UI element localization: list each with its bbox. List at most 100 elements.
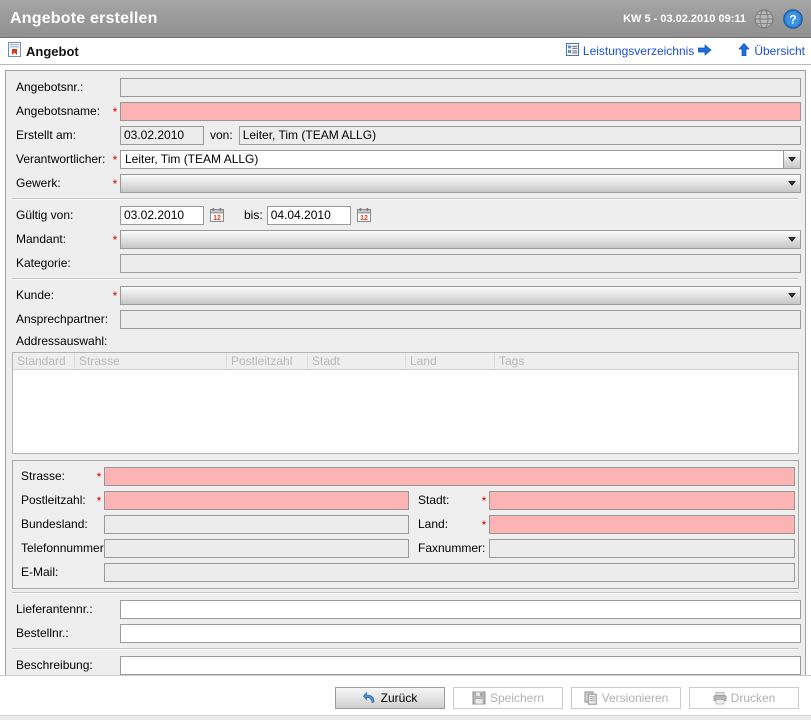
input-land[interactable] bbox=[489, 514, 795, 534]
row-strasse: Strasse: * bbox=[16, 464, 795, 488]
dropdown-mandant[interactable] bbox=[120, 229, 801, 249]
dropdown-mandant-value bbox=[121, 231, 783, 248]
dropdown-gewerk[interactable] bbox=[120, 173, 801, 193]
row-postleitzahl-stadt: Postleitzahl: * Stadt: * bbox=[16, 488, 795, 512]
required-marker-stadt: * bbox=[481, 494, 487, 508]
divider-3 bbox=[12, 592, 799, 594]
input-ansprechpartner[interactable] bbox=[120, 309, 801, 329]
dropdown-verantwortlicher[interactable]: Leiter, Tim (TEAM ALLG) bbox=[120, 149, 801, 169]
column-header-land[interactable]: Land bbox=[406, 353, 495, 369]
input-postleitzahl[interactable] bbox=[104, 490, 409, 510]
label-addressauswahl: Addressauswahl: bbox=[16, 334, 108, 348]
input-angebotsname[interactable] bbox=[120, 101, 801, 121]
label-stadt: Stadt: bbox=[418, 493, 450, 507]
column-header-standard[interactable]: Standard bbox=[13, 353, 75, 369]
link-uebersicht[interactable]: Übersicht bbox=[754, 44, 805, 58]
label-verantwortlicher: Verantwortlicher: bbox=[16, 152, 106, 166]
required-marker-gewerk: * bbox=[112, 177, 118, 191]
address-table-body[interactable] bbox=[13, 370, 798, 453]
row-angebotsnr: Angebotsnr.: * bbox=[10, 75, 801, 99]
row-kategorie: Kategorie: * bbox=[10, 251, 801, 275]
copy-documents-icon bbox=[584, 691, 598, 705]
label-gewerk: Gewerk: bbox=[16, 176, 61, 190]
input-telefonnummer[interactable] bbox=[104, 538, 409, 558]
input-strasse[interactable] bbox=[104, 466, 795, 486]
label-angebotsnr: Angebotsnr.: bbox=[16, 80, 84, 94]
footer-button-bar: Zurück Speichern Versionieren Drucken bbox=[0, 675, 811, 720]
input-bundesland[interactable] bbox=[104, 514, 409, 534]
dropdown-kunde[interactable] bbox=[120, 285, 801, 305]
input-faxnummer[interactable] bbox=[489, 538, 795, 558]
label-angebotsname: Angebotsname: bbox=[16, 104, 101, 118]
row-email: E-Mail: * bbox=[16, 560, 795, 584]
link-leistungsverzeichnis[interactable]: Leistungsverzeichnis bbox=[583, 44, 694, 58]
required-marker-strasse: * bbox=[96, 470, 102, 484]
arrow-right-icon bbox=[697, 43, 712, 59]
required-marker-kunde: * bbox=[112, 289, 118, 303]
required-marker-land: * bbox=[481, 518, 487, 532]
label-telefonnummer: Telefonnummer: bbox=[21, 541, 108, 555]
label-postleitzahl: Postleitzahl: bbox=[21, 493, 86, 507]
input-angebotsnr[interactable] bbox=[120, 77, 801, 97]
chevron-down-icon[interactable] bbox=[783, 150, 800, 168]
input-email[interactable] bbox=[104, 562, 795, 582]
versionieren-button[interactable]: Versionieren bbox=[571, 687, 681, 709]
zurueck-button[interactable]: Zurück bbox=[335, 687, 445, 709]
required-marker-telefonnummer: * bbox=[94, 541, 104, 555]
chevron-down-icon[interactable] bbox=[783, 231, 800, 248]
globe-icon[interactable] bbox=[753, 8, 775, 30]
required-marker-ansprechpartner: * bbox=[110, 312, 120, 326]
label-erstellt-am: Erstellt am: bbox=[16, 128, 77, 142]
calendar-icon[interactable]: 12 bbox=[210, 208, 224, 222]
required-marker-bundesland: * bbox=[94, 517, 104, 531]
column-header-stadt[interactable]: Stadt bbox=[308, 353, 406, 369]
dropdown-kunde-value bbox=[121, 287, 783, 304]
chevron-down-icon[interactable] bbox=[783, 175, 800, 192]
row-gewerk: Gewerk: * bbox=[10, 171, 801, 195]
input-beschreibung[interactable] bbox=[120, 655, 801, 675]
input-kategorie[interactable] bbox=[120, 253, 801, 273]
address-details-panel: Strasse: * Postleitzahl: * Stadt: * Bund… bbox=[12, 460, 799, 589]
input-von[interactable] bbox=[238, 125, 801, 145]
label-kategorie: Kategorie: bbox=[16, 256, 71, 270]
calendar-icon[interactable]: 12 bbox=[356, 208, 371, 222]
divider-1 bbox=[12, 198, 799, 200]
back-arrow-icon bbox=[362, 691, 377, 705]
column-header-postleitzahl[interactable]: Postleitzahl bbox=[227, 353, 308, 369]
required-marker-angebotsnr: * bbox=[110, 80, 120, 94]
required-marker-mandant: * bbox=[112, 233, 118, 247]
uebersicht-link-group[interactable]: Übersicht bbox=[738, 42, 805, 59]
column-header-strasse[interactable]: Strasse bbox=[75, 353, 227, 369]
required-marker-bestellnr: * bbox=[110, 626, 120, 640]
required-marker-erstellt-am: * bbox=[110, 128, 120, 142]
divider-4 bbox=[12, 648, 799, 650]
input-stadt[interactable] bbox=[489, 490, 795, 510]
address-table[interactable]: Standard Strasse Postleitzahl Stadt Land… bbox=[12, 352, 799, 454]
title-bar: Angebote erstellen KW 5 - 03.02.2010 09:… bbox=[0, 0, 811, 38]
svg-text:?: ? bbox=[789, 12, 796, 26]
input-lieferantennr[interactable] bbox=[120, 599, 801, 619]
label-gueltig-bis: bis: bbox=[244, 208, 263, 222]
bottom-strip bbox=[0, 715, 811, 720]
row-beschreibung: Beschreibung: * bbox=[10, 653, 801, 677]
input-gueltig-von[interactable] bbox=[120, 205, 204, 225]
column-header-tags[interactable]: Tags bbox=[495, 353, 798, 369]
row-verantwortlicher: Verantwortlicher: * Leiter, Tim (TEAM AL… bbox=[10, 147, 801, 171]
form-body: Angebotsnr.: * Angebotsname: * Erstellt … bbox=[6, 71, 805, 682]
label-bundesland: Bundesland: bbox=[21, 517, 88, 531]
label-gueltig-von: Gültig von: bbox=[16, 208, 74, 222]
row-bestellnr: Bestellnr.: * bbox=[10, 621, 801, 645]
chevron-down-icon[interactable] bbox=[783, 287, 800, 304]
required-marker-kategorie: * bbox=[110, 256, 120, 270]
leistungsverzeichnis-link-group[interactable]: Leistungsverzeichnis bbox=[565, 43, 712, 59]
section-header: Angebot Leistungsverzeichnis Übersicht bbox=[0, 38, 811, 65]
label-land: Land: bbox=[418, 517, 449, 531]
input-erstellt-am[interactable] bbox=[120, 125, 204, 145]
speichern-button-label: Speichern bbox=[489, 691, 545, 705]
divider-2 bbox=[12, 278, 799, 280]
input-gueltig-bis[interactable] bbox=[266, 205, 351, 225]
input-bestellnr[interactable] bbox=[120, 623, 801, 643]
drucken-button[interactable]: Drucken bbox=[689, 687, 799, 709]
help-icon[interactable]: ? bbox=[782, 8, 804, 30]
speichern-button[interactable]: Speichern bbox=[453, 687, 563, 709]
